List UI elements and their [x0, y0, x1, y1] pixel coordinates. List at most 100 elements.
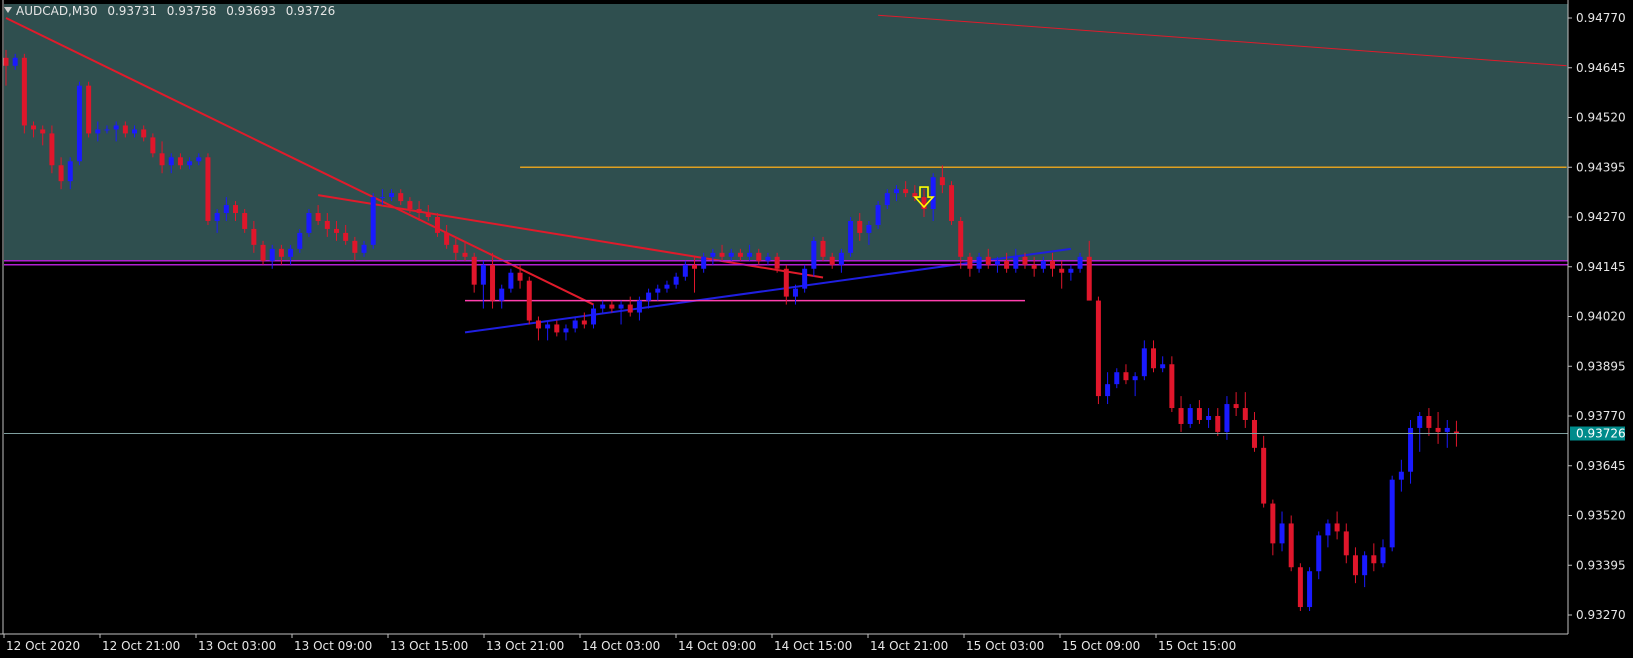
candle-body	[12, 57, 18, 66]
y-tick-label: 0.94270	[1576, 210, 1626, 224]
candle-body	[848, 220, 854, 253]
candle-body	[480, 264, 486, 285]
candle-body	[1261, 447, 1267, 504]
candle-body	[49, 133, 55, 166]
candle-body	[233, 205, 238, 214]
candle-body	[554, 324, 560, 333]
candle-body	[572, 320, 578, 329]
collapse-triangle-icon[interactable]	[4, 7, 12, 13]
candle-body	[792, 288, 798, 297]
x-tick-label: 14 Oct 09:00	[678, 639, 756, 653]
candle-body	[251, 228, 257, 245]
candle-body	[535, 320, 541, 329]
candle-body	[747, 252, 753, 257]
x-tick-label: 13 Oct 03:00	[198, 639, 276, 653]
x-tick-label: 12 Oct 21:00	[102, 639, 180, 653]
candle-body	[490, 264, 496, 301]
candle-body	[1270, 503, 1276, 544]
candle-body	[86, 85, 92, 134]
candle-body	[104, 129, 110, 131]
candle-body	[288, 248, 294, 257]
candle-body	[122, 125, 128, 134]
candle-body	[682, 264, 688, 277]
x-tick-label: 14 Oct 03:00	[582, 639, 660, 653]
candle-body	[811, 240, 817, 269]
candle-body	[783, 268, 789, 297]
candle-body	[609, 304, 615, 309]
candle-body	[352, 240, 358, 253]
candle-body	[95, 129, 101, 134]
candle-body	[1141, 348, 1147, 377]
candle-body	[829, 256, 835, 265]
candle-body	[1380, 547, 1386, 564]
x-tick-label: 14 Oct 21:00	[870, 639, 948, 653]
candle-body	[646, 292, 652, 301]
symbol-timeframe: AUDCAD,M30	[16, 4, 98, 18]
candle-body	[168, 157, 174, 166]
candle-body	[655, 288, 661, 293]
candle-body	[1389, 479, 1395, 548]
candle-body	[499, 288, 505, 301]
candle-body	[1215, 416, 1221, 432]
candle-body	[756, 252, 762, 261]
candle-body	[636, 300, 642, 313]
ohlc-open: 0.93731	[107, 4, 157, 18]
candle-body	[893, 189, 899, 194]
candle-body	[581, 320, 587, 325]
candle-body	[1040, 260, 1046, 269]
candle-body	[939, 177, 945, 186]
candle-body	[719, 252, 725, 257]
candle-body	[1398, 471, 1404, 480]
candle-body	[1022, 256, 1028, 265]
candle-body	[526, 280, 532, 321]
candle-body	[471, 256, 477, 285]
candle-body	[1242, 408, 1248, 420]
candle-body	[306, 213, 312, 233]
candle-body	[462, 252, 468, 257]
candle-body	[1307, 571, 1313, 608]
candle-body	[1417, 416, 1423, 428]
candle-body	[903, 189, 909, 194]
candle-body	[58, 165, 64, 182]
candle-body	[563, 328, 569, 333]
candle-body	[1178, 408, 1184, 424]
candle-body	[260, 244, 266, 261]
candle-body	[618, 304, 624, 309]
candle-body	[728, 252, 734, 257]
candle-body	[1031, 264, 1037, 269]
candle-body	[1169, 364, 1175, 409]
candle-body	[1160, 364, 1166, 369]
ohlc-high: 0.93758	[166, 4, 217, 18]
candle-body	[278, 248, 284, 257]
candle-body	[1444, 427, 1450, 432]
x-tick-label: 13 Oct 21:00	[486, 639, 564, 653]
candle-body	[389, 193, 395, 198]
candle-body	[1362, 555, 1368, 576]
candle-body	[930, 177, 936, 210]
candle-body	[1352, 555, 1358, 576]
candle-body	[187, 161, 193, 166]
candle-body	[297, 232, 303, 249]
candle-body	[40, 129, 46, 134]
candle-body	[884, 193, 890, 206]
candle-body	[1077, 256, 1083, 269]
y-tick-label: 0.94770	[1576, 11, 1626, 25]
x-tick-label: 15 Oct 03:00	[966, 639, 1044, 653]
candle-body	[242, 213, 248, 229]
candle-body	[838, 252, 844, 265]
candle-body	[591, 308, 597, 325]
candle-body	[1426, 416, 1432, 428]
candle-body	[1206, 416, 1212, 420]
candle-body	[214, 213, 220, 221]
candle-body	[1334, 523, 1340, 532]
x-tick-label: 12 Oct 2020	[6, 639, 80, 653]
ohlc-low: 0.93693	[226, 4, 276, 18]
x-tick-label: 14 Oct 15:00	[774, 639, 852, 653]
candle-body	[1316, 535, 1322, 572]
y-tick-label: 0.93395	[1576, 558, 1626, 572]
candle-body	[3, 57, 9, 66]
candle-body	[1105, 384, 1111, 397]
price-chart[interactable]: 0.94770 0.94645 0.94520 0.94395 0.94270 0.941…	[0, 0, 1633, 658]
candle-body	[1013, 256, 1019, 269]
candle-body	[1288, 523, 1294, 568]
